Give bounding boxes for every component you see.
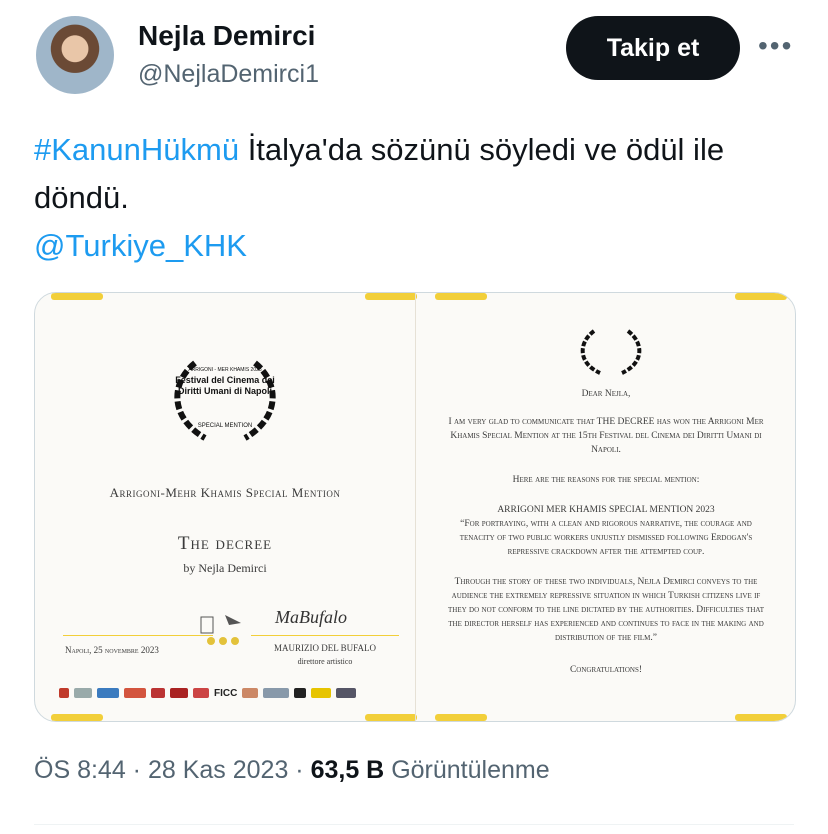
author-handle[interactable]: @NejlaDemirci1 — [138, 60, 319, 89]
letter-page: Dear Nejla, I am very glad to communicat… — [415, 293, 795, 721]
laurel-wreath-icon — [580, 329, 642, 375]
letter-greeting: Dear Nejla, — [581, 389, 631, 399]
views-label: Görüntülenme — [391, 756, 550, 784]
mention-link[interactable]: @Turkiye_KHK — [34, 228, 247, 263]
festival-laurel: ARRIGONI - MER KHAMIS 2023 Festival del … — [165, 353, 285, 443]
tweet-image[interactable]: ARRIGONI - MER KHAMIS 2023 Festival del … — [34, 292, 796, 722]
place-date: Napoli, 25 novembre 2023 — [65, 645, 159, 655]
tweet-meta: ÖS 8:44 · 28 Kas 2023 · 63,5 B Görüntüle… — [34, 756, 550, 784]
certificate-page: ARRIGONI - MER KHAMIS 2023 Festival del … — [35, 293, 415, 721]
sponsor-logo — [124, 688, 146, 698]
views-count: 63,5 B — [310, 756, 385, 784]
tweet-date[interactable]: 28 Kas 2023 — [148, 756, 288, 784]
award-title: Arrigoni-Mehr Khamis Special Mention — [109, 485, 341, 500]
signature-image: MaBufalo — [275, 607, 347, 627]
sponsor-logo — [294, 688, 307, 698]
sponsor-logo — [59, 688, 69, 698]
film-title: The decree — [177, 533, 273, 554]
laurel-bottom-text: SPECIAL MENTION — [197, 423, 253, 429]
sponsor-logo — [74, 688, 92, 698]
sponsor-logos: FICC — [59, 685, 399, 701]
sponsor-logo — [193, 688, 209, 698]
letter-mention-title: ARRIGONI MER KHAMIS SPECIAL MENTION 2023 — [497, 505, 715, 515]
tweet-text: #KanunHükmü İtalya'da sözünü söyledi ve … — [34, 126, 794, 270]
divider — [34, 824, 794, 825]
ficc-logo: FICC — [214, 687, 238, 699]
festival-emblem-icon — [200, 615, 241, 645]
sponsor-logo — [97, 688, 119, 698]
author-name[interactable]: Nejla Demirci — [138, 20, 315, 52]
film-byline: by Nejla Demirci — [183, 561, 267, 575]
sponsor-logo — [311, 688, 332, 698]
laurel-top-text: ARRIGONI - MER KHAMIS 2023 — [188, 367, 262, 373]
letter-paragraph-1: I am very glad to communicate that THE D… — [448, 417, 764, 455]
more-horizontal-icon[interactable]: ••• — [758, 30, 793, 62]
sponsor-logo — [263, 688, 290, 698]
tweet-time[interactable]: ÖS 8:44 — [34, 756, 126, 784]
sponsor-logo — [151, 688, 165, 698]
sponsor-logo — [336, 688, 357, 698]
signer-role: direttore artistico — [297, 657, 353, 666]
signer-name: MAURIZIO DEL BUFALO — [274, 643, 376, 653]
festival-name: Festival del Cinema dei Diritti Umani di… — [175, 375, 275, 396]
sponsor-logo — [242, 688, 259, 698]
letter-paragraph-2: Here are the reasons for the special men… — [512, 475, 700, 485]
hashtag-link[interactable]: #KanunHükmü — [34, 132, 239, 167]
sponsor-logo — [170, 688, 188, 698]
letter-closing: Congratulations! — [569, 665, 643, 675]
letter-paragraph-4: Through the story of these two individua… — [448, 577, 764, 643]
letter-paragraph-3: “For portraying, with a clean and rigoro… — [459, 519, 753, 557]
follow-button[interactable]: Takip et — [566, 16, 740, 80]
avatar[interactable] — [36, 16, 114, 94]
